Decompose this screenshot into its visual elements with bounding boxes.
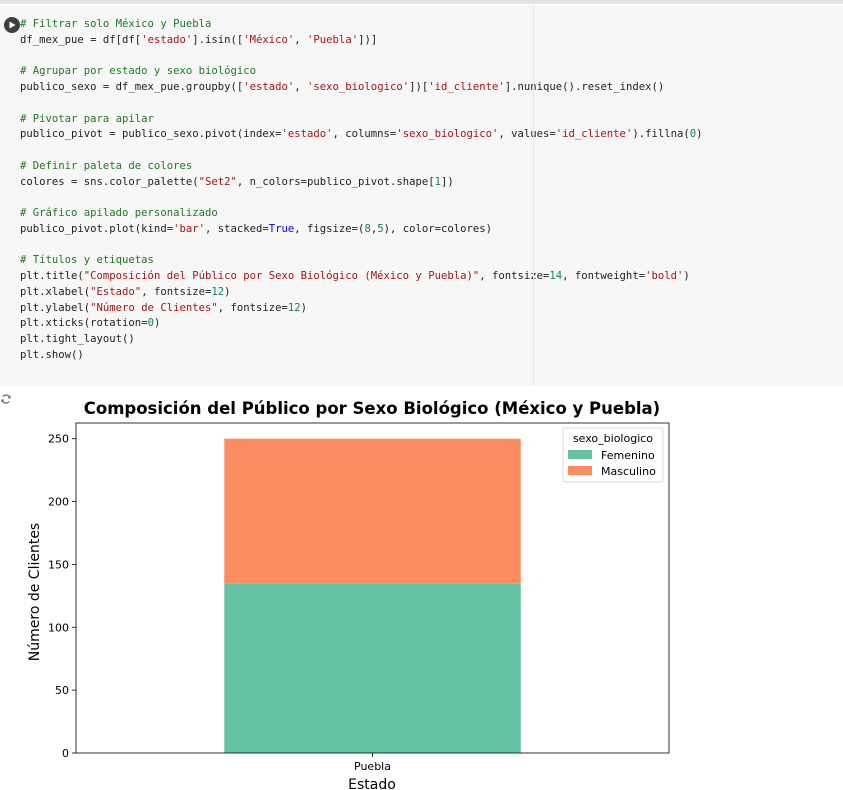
code-line: plt.xlabel("Estado", fontsize=12) bbox=[20, 285, 231, 298]
y-tick-label: 50 bbox=[55, 684, 69, 697]
y-axis-label: Número de Clientes bbox=[27, 523, 43, 661]
code-line: # Filtrar solo México y Puebla bbox=[20, 18, 212, 30]
code-line: plt.ylabel("Número de Clientes", fontsiz… bbox=[20, 301, 308, 314]
run-cell-button[interactable] bbox=[4, 17, 20, 33]
legend-swatch-masculino bbox=[568, 466, 592, 475]
code-line: plt.xticks(rotation=0) bbox=[20, 317, 161, 330]
y-tick-label: 0 bbox=[62, 747, 69, 760]
top-scroll-strip bbox=[0, 0, 843, 4]
code-line: publico_pivot = publico_sexo.pivot(index… bbox=[20, 128, 703, 141]
code-line: # Pivotar para apilar bbox=[20, 112, 154, 125]
y-tick-label: 250 bbox=[48, 433, 69, 446]
code-editor[interactable]: # Filtrar solo México y Puebla df_mex_pue… bbox=[20, 17, 703, 364]
y-tick-label: 100 bbox=[48, 621, 69, 634]
code-line: # Títulos y etiquetas bbox=[20, 254, 154, 267]
code-line: publico_sexo = df_mex_pue.groupby(['esta… bbox=[20, 81, 665, 93]
bar-segment-masculino bbox=[224, 438, 521, 584]
code-line: plt.tight_layout() bbox=[20, 333, 135, 345]
code-line: publico_pivot.plot(kind='bar', stacked=T… bbox=[20, 222, 493, 235]
code-line: # Gráfico apilado personalizado bbox=[20, 207, 218, 219]
legend-title: sexo_biologico bbox=[573, 432, 653, 445]
code-line: df_mex_pue = df[df['estado'].isin(['Méxi… bbox=[20, 33, 378, 46]
code-line: # Definir paleta de colores bbox=[20, 159, 193, 172]
code-cell[interactable]: # Filtrar solo México y Puebla df_mex_pue… bbox=[0, 5, 843, 386]
y-tick-label: 150 bbox=[48, 558, 69, 571]
code-line: # Agrupar por estado y sexo biológico bbox=[20, 65, 256, 78]
code-line: plt.title("Composición del Público por S… bbox=[20, 270, 690, 282]
legend-swatch-femenino bbox=[568, 450, 592, 459]
code-line: colores = sns.color_palette("Set2", n_co… bbox=[20, 175, 454, 188]
chart-title: Composición del Público por Sexo Biológi… bbox=[84, 399, 660, 418]
legend: sexo_biologico Femenino Masculino bbox=[562, 427, 664, 483]
x-tick-label: Puebla bbox=[354, 760, 391, 773]
play-icon bbox=[9, 21, 16, 29]
legend-label: Masculino bbox=[601, 465, 656, 478]
stacked-bar-chart: Composición del Público por Sexo Biológi… bbox=[27, 399, 670, 790]
legend-label: Femenino bbox=[601, 449, 655, 462]
bar-segment-femenino bbox=[224, 583, 521, 753]
editor-ruler bbox=[533, 5, 534, 386]
y-tick-label: 200 bbox=[48, 496, 69, 509]
code-line: plt.show() bbox=[20, 348, 84, 361]
x-axis-label: Estado bbox=[348, 777, 396, 790]
